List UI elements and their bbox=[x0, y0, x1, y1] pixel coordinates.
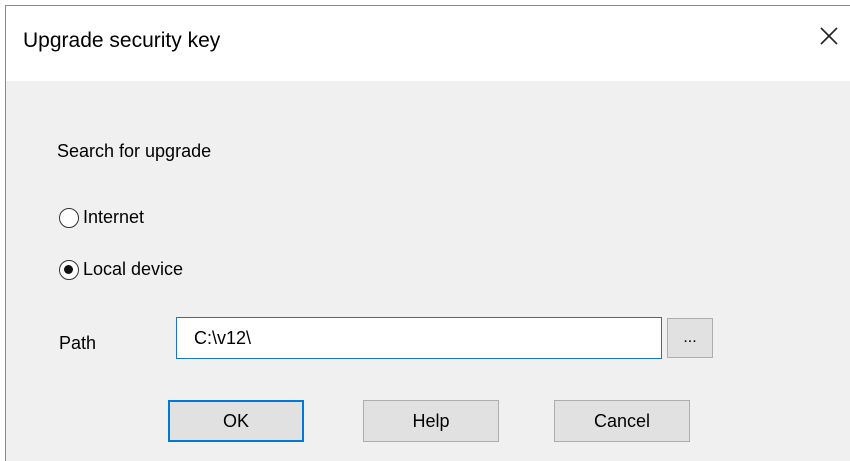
browse-button[interactable]: ... bbox=[667, 318, 713, 358]
internet-radio-label: Internet bbox=[83, 207, 145, 227]
local-device-radio[interactable] bbox=[59, 259, 79, 280]
cancel-button[interactable]: Cancel bbox=[554, 400, 690, 442]
close-button[interactable] bbox=[806, 16, 850, 56]
ok-button[interactable]: OK bbox=[168, 400, 304, 442]
close-icon bbox=[820, 27, 838, 45]
title-bar: Upgrade security key bbox=[6, 6, 850, 81]
local-device-radio-option[interactable]: Local device bbox=[59, 259, 183, 280]
radio-selected-dot bbox=[64, 264, 73, 274]
path-label: Path bbox=[59, 333, 97, 353]
dialog-title: Upgrade security key bbox=[23, 29, 221, 52]
help-button[interactable]: Help bbox=[363, 400, 499, 442]
internet-radio[interactable] bbox=[59, 207, 79, 228]
internet-radio-option[interactable]: Internet bbox=[59, 207, 144, 228]
search-for-upgrade-label: Search for upgrade bbox=[57, 141, 212, 161]
path-input[interactable] bbox=[176, 317, 662, 359]
local-device-radio-label: Local device bbox=[83, 259, 184, 279]
dialog-content: Search for upgrade Internet Local device… bbox=[6, 81, 850, 461]
upgrade-security-key-dialog: Upgrade security key Search for upgrade … bbox=[5, 5, 850, 461]
